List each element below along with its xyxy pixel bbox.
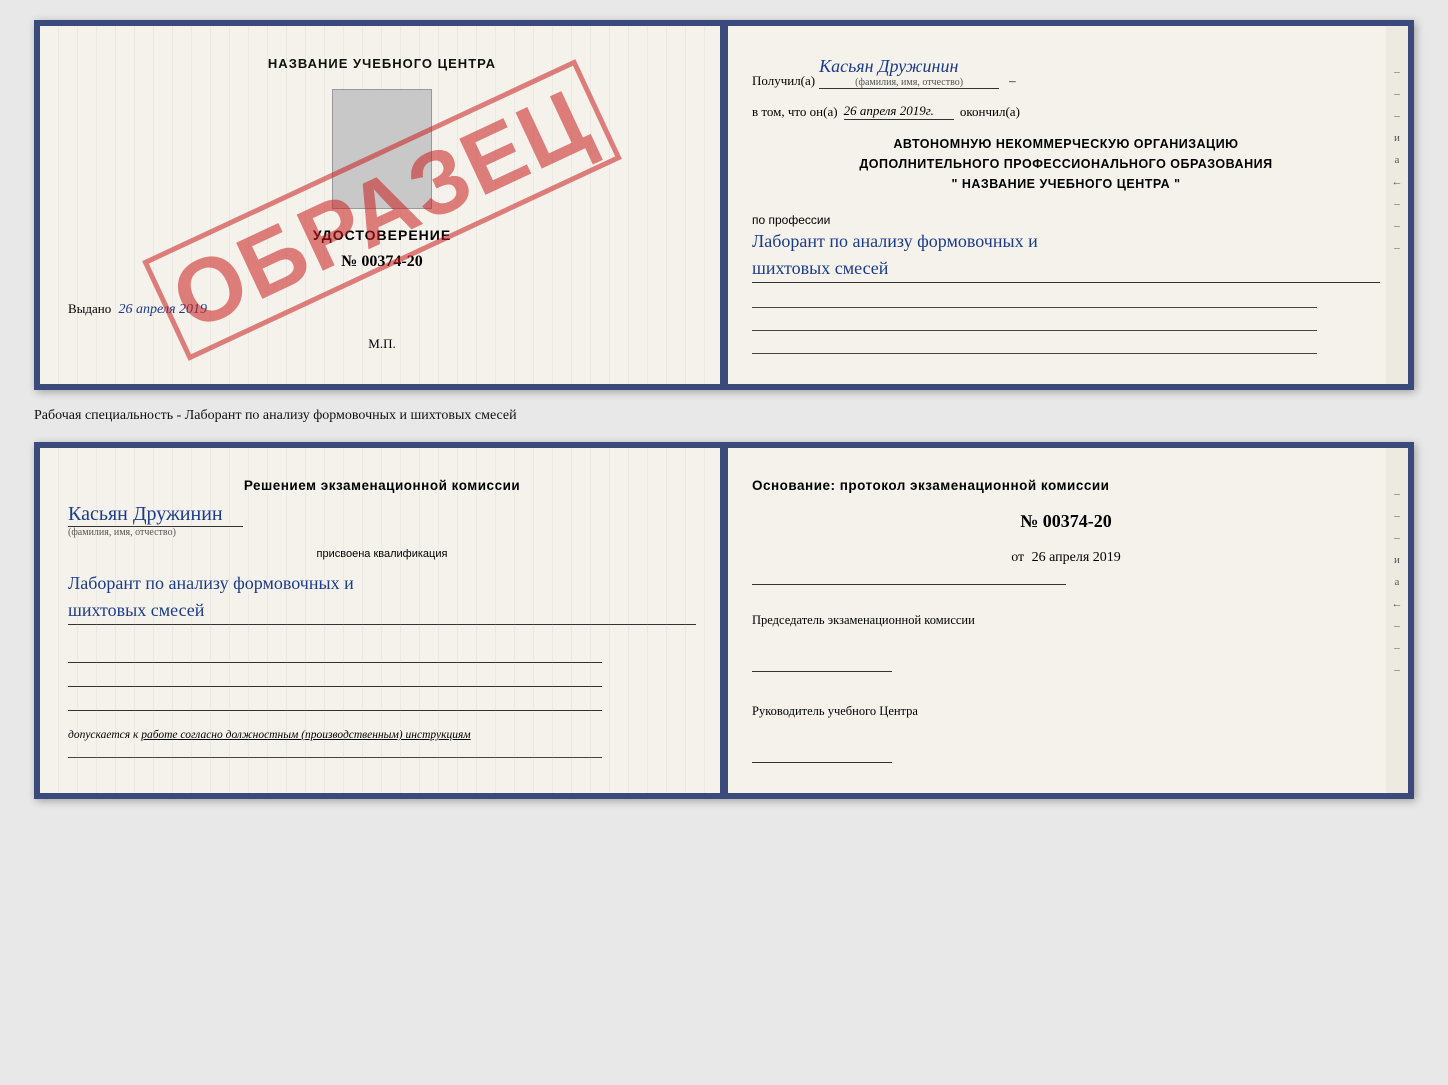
bre-char-1: – <box>1394 488 1400 500</box>
sign-line-2 <box>68 669 602 687</box>
qualification-label: присвоена квалификация <box>68 548 696 560</box>
bre-char-6: ← <box>1392 598 1403 610</box>
school-title-top: НАЗВАНИЕ УЧЕБНОГО ЦЕНТРА <box>268 56 496 71</box>
chairman-label: Председатель экзаменационной комиссии <box>752 611 1380 630</box>
bottom-name: Касьян Дружинин <box>68 503 243 527</box>
separator-text: Рабочая специальность - Лаборант по анал… <box>34 408 1414 424</box>
completed-suffix: окончил(а) <box>960 104 1020 120</box>
org-line2: ДОПОЛНИТЕЛЬНОГО ПРОФЕССИОНАЛЬНОГО ОБРАЗО… <box>752 154 1380 174</box>
profession-line1: Лаборант по анализу формовочных и <box>752 231 1038 251</box>
qualification-value: Лаборант по анализу формовочных и шихтов… <box>68 570 696 625</box>
issued-date: 26 апреля 2019 <box>119 302 207 317</box>
top-doc-left-content: НАЗВАНИЕ УЧЕБНОГО ЦЕНТРА УДОСТОВЕРЕНИЕ №… <box>68 56 696 352</box>
bottom-right-edge-decoration: – – – и а ← – – – <box>1386 448 1408 793</box>
bre-char-2: – <box>1394 510 1400 522</box>
re-char-7: – <box>1394 198 1400 210</box>
date-value: 26 апреля 2019 <box>1032 550 1121 565</box>
cert-number: № 00374-20 <box>341 253 422 271</box>
qual-line1: Лаборант по анализу формовочных и <box>68 573 354 593</box>
profession-label: по профессии <box>752 213 830 227</box>
profession-block: по профессии Лаборант по анализу формово… <box>752 212 1380 283</box>
bre-char-8: – <box>1394 642 1400 654</box>
name-field-block: Касьян Дружинин (фамилия, имя, отчество) <box>68 503 696 538</box>
bre-char-5: а <box>1395 576 1400 588</box>
completed-line: в том, что он(а) 26 апреля 2019г. окончи… <box>752 103 1380 120</box>
re-char-2: – <box>1394 88 1400 100</box>
chairman-sign-line <box>752 652 892 672</box>
cert-label: УДОСТОВЕРЕНИЕ <box>313 227 451 243</box>
re-char-4: и <box>1394 132 1400 144</box>
director-sign-line <box>752 743 892 763</box>
bre-char-4: и <box>1394 554 1400 566</box>
bottom-doc-right-content: Основание: протокол экзаменационной коми… <box>752 478 1380 763</box>
bre-char-3: – <box>1394 532 1400 544</box>
re-char-6: ← <box>1392 176 1403 188</box>
recipient-name: Касьян Дружинин <box>819 56 958 76</box>
profession-value: Лаборант по анализу формовочных и шихтов… <box>752 228 1380 283</box>
decision-title: Решением экзаменационной комиссии <box>68 478 696 493</box>
right-edge-decoration: – – – и а ← – – – <box>1386 26 1408 384</box>
re-char-5: а <box>1395 154 1400 166</box>
допускается-value: работе согласно должностным (производств… <box>141 729 470 741</box>
bottom-doc-right-page: Основание: протокол экзаменационной коми… <box>724 448 1408 793</box>
profession-line2: шихтовых смесей <box>752 258 888 278</box>
top-doc-left-page: НАЗВАНИЕ УЧЕБНОГО ЦЕНТРА УДОСТОВЕРЕНИЕ №… <box>40 26 724 384</box>
bre-char-7: – <box>1394 620 1400 632</box>
protocol-date: от 26 апреля 2019 <box>752 550 1380 566</box>
recipient-line: Получил(а) Касьян Дружинин (фамилия, имя… <box>752 56 1380 89</box>
dash: – <box>1009 73 1016 89</box>
re-char-1: – <box>1394 66 1400 78</box>
sign-line-1 <box>68 645 602 663</box>
bottom-document: Решением экзаменационной комиссии Касьян… <box>34 442 1414 799</box>
date-prefix: от <box>1011 550 1024 565</box>
bottom-doc-left-page: Решением экзаменационной комиссии Касьян… <box>40 448 724 793</box>
bottom-doc-left-content: Решением экзаменационной комиссии Касьян… <box>68 478 696 758</box>
director-label: Руководитель учебного Центра <box>752 702 1380 721</box>
bre-char-9: – <box>1394 664 1400 676</box>
mp-label: М.П. <box>368 336 395 352</box>
org-line1: АВТОНОМНУЮ НЕКОММЕРЧЕСКУЮ ОРГАНИЗАЦИЮ <box>752 134 1380 154</box>
top-document: НАЗВАНИЕ УЧЕБНОГО ЦЕНТРА УДОСТОВЕРЕНИЕ №… <box>34 20 1414 390</box>
re-char-3: – <box>1394 110 1400 122</box>
issued-line: Выдано 26 апреля 2019 <box>68 301 696 318</box>
basis-title: Основание: протокол экзаменационной коми… <box>752 478 1380 493</box>
top-doc-right-content: Получил(а) Касьян Дружинин (фамилия, имя… <box>752 56 1380 354</box>
sign-line-3 <box>68 693 602 711</box>
completed-date: 26 апреля 2019г. <box>844 103 954 120</box>
org-block: АВТОНОМНУЮ НЕКОММЕРЧЕСКУЮ ОРГАНИЗАЦИЮ ДО… <box>752 134 1380 194</box>
name-sublabel: (фамилия, имя, отчество) <box>68 527 696 538</box>
org-line3: " НАЗВАНИЕ УЧЕБНОГО ЦЕНТРА " <box>752 174 1380 194</box>
completed-prefix: в том, что он(а) <box>752 104 838 120</box>
photo-placeholder <box>332 89 432 209</box>
signature-lines <box>68 645 696 711</box>
recipient-name-field: Касьян Дружинин (фамилия, имя, отчество) <box>819 56 999 89</box>
допускается-label: допускается к <box>68 729 138 741</box>
issued-label: Выдано <box>68 301 111 316</box>
received-label: Получил(а) <box>752 73 815 89</box>
re-char-9: – <box>1394 242 1400 254</box>
re-char-8: – <box>1394 220 1400 232</box>
допускается-block: допускается к работе согласно должностны… <box>68 729 696 741</box>
protocol-number: № 00374-20 <box>752 511 1380 532</box>
qual-line2: шихтовых смесей <box>68 600 204 620</box>
recipient-sublabel: (фамилия, имя, отчество) <box>819 77 999 88</box>
top-doc-right-page: Получил(а) Касьян Дружинин (фамилия, имя… <box>724 26 1408 384</box>
qualification-text: Лаборант по анализу формовочных и шихтов… <box>68 570 696 625</box>
